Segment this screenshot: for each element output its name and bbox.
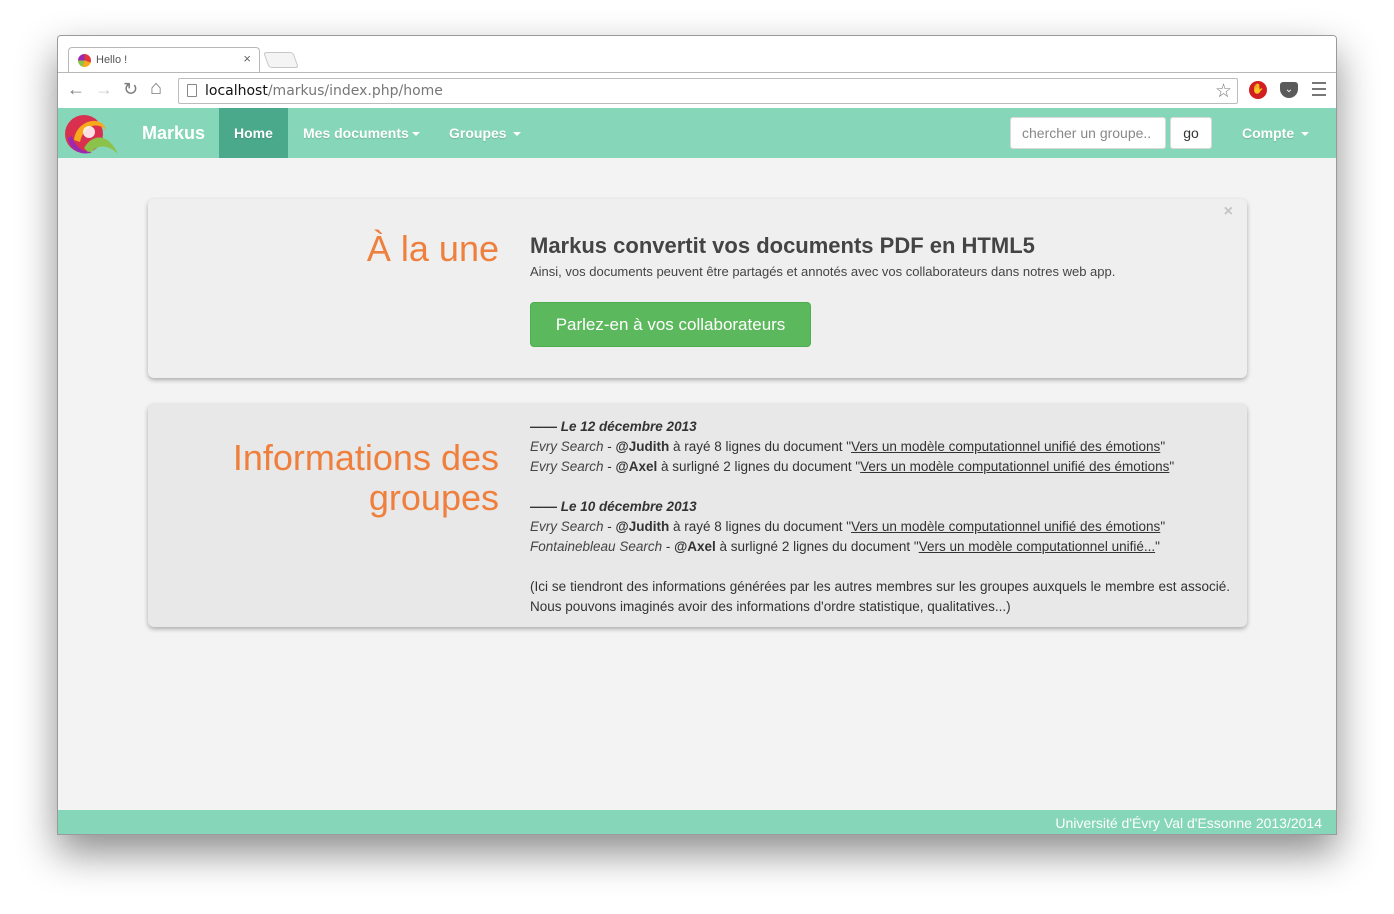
feed-action: à surligné 2 lignes du document "	[657, 459, 861, 474]
pocket-icon[interactable]: ⌄	[1280, 82, 1298, 98]
feature-text: Ainsi, vos documents peuvent être partag…	[530, 264, 1116, 279]
feed-action: à rayé 8 lignes du document "	[669, 439, 852, 454]
nav-groups[interactable]: Groupes	[449, 108, 522, 158]
groups-info-panel: Informations des groupes —— Le 12 décemb…	[148, 404, 1247, 627]
browser-toolbar: ← → ↻ ⌂ localhost/markus/index.php/home …	[58, 72, 1336, 108]
chevron-down-icon	[411, 132, 420, 137]
feed-action: à rayé 8 lignes du document "	[669, 519, 852, 534]
favicon-icon	[78, 54, 91, 67]
nav-documents-label: Mes documents	[303, 125, 409, 141]
feed-separator: -	[603, 519, 616, 534]
brand-link[interactable]: Markus	[142, 123, 205, 144]
feed-user: @Judith	[615, 519, 670, 534]
feed-group: Evry Search	[530, 519, 604, 534]
feed-separator: -	[662, 539, 675, 554]
groups-info-heading-line1: Informations des	[232, 437, 499, 478]
share-with-collaborators-button[interactable]: Parlez-en à vos collaborateurs	[530, 302, 811, 347]
site-footer: Université d'Évry Val d'Essonne 2013/201…	[58, 810, 1336, 834]
feed-quote: "	[1155, 539, 1160, 554]
feed-entry: Fontainebleau Search - @Axel à surligné …	[530, 537, 1230, 557]
browser-window: Hello ! × ← → ↻ ⌂ localhost/markus/index…	[57, 35, 1337, 835]
feed-note: (Ici se tiendront des informations génér…	[530, 579, 1230, 614]
feed-group: Evry Search	[530, 439, 604, 454]
menu-icon[interactable]	[1312, 82, 1326, 100]
footer-text: Université d'Évry Val d'Essonne 2013/201…	[1055, 815, 1322, 831]
search-go-button[interactable]: go	[1170, 117, 1212, 149]
stop-extension-icon[interactable]: ✋	[1249, 81, 1267, 99]
feed-entry: Evry Search - @Axel à surligné 2 lignes …	[530, 457, 1230, 477]
nav-groups-label: Groupes	[449, 125, 507, 141]
feed-user: @Judith	[615, 439, 670, 454]
feed-quote: "	[1160, 439, 1166, 454]
feed-entry: Evry Search - @Judith à rayé 8 lignes du…	[530, 437, 1230, 457]
feed-user: @Axel	[674, 539, 716, 554]
feature-title: Markus convertit vos documents PDF en HT…	[530, 233, 1035, 258]
nav-home[interactable]: Home	[219, 108, 288, 158]
url-text[interactable]: localhost/markus/index.php/home	[205, 83, 443, 99]
feed-document-link[interactable]: Vers un modèle computationnel unifié des…	[851, 439, 1160, 454]
groups-info-heading: Informations des groupes	[199, 438, 499, 518]
feed-quote: "	[1169, 459, 1175, 474]
feed-date: —— Le 10 décembre 2013	[530, 499, 697, 514]
site-navbar: Markus Home Mes documents Groupes go Com…	[58, 108, 1336, 158]
activity-feed: —— Le 12 décembre 2013 Evry Search - @Ju…	[530, 417, 1230, 617]
url-path: /markus/index.php/home	[267, 83, 443, 99]
tab-close-icon[interactable]: ×	[243, 51, 251, 66]
group-search-input[interactable]	[1010, 117, 1166, 149]
feed-group: Fontainebleau Search	[530, 539, 663, 554]
groups-info-heading-line2: groupes	[368, 477, 499, 518]
chevron-down-icon	[1301, 132, 1310, 137]
browser-tab[interactable]: Hello ! ×	[68, 47, 260, 72]
feed-document-link[interactable]: Vers un modèle computationnel unifié des…	[851, 519, 1160, 534]
feed-document-link[interactable]: Vers un modèle computationnel unifié des…	[860, 459, 1169, 474]
address-bar[interactable]: localhost/markus/index.php/home ☆	[178, 78, 1238, 104]
close-icon[interactable]: ×	[1224, 203, 1233, 221]
page-icon	[187, 84, 197, 97]
home-icon[interactable]: ⌂	[150, 78, 162, 98]
tab-title: Hello !	[96, 54, 128, 66]
featured-panel: × À la une Markus convertit vos document…	[148, 199, 1247, 378]
back-icon[interactable]: ←	[67, 80, 85, 98]
feed-user: @Axel	[615, 459, 658, 474]
forward-icon[interactable]: →	[95, 80, 113, 98]
featured-heading: À la une	[366, 228, 499, 269]
tab-strip: Hello ! ×	[58, 36, 1336, 72]
feed-entry: Evry Search - @Judith à rayé 8 lignes du…	[530, 517, 1230, 537]
markus-logo-icon[interactable]	[62, 108, 120, 158]
feed-group: Evry Search	[530, 459, 604, 474]
url-host: localhost	[205, 83, 268, 99]
nav-account[interactable]: Compte	[1242, 108, 1310, 158]
chevron-down-icon	[513, 132, 522, 137]
nav-account-label: Compte	[1242, 125, 1295, 141]
feed-separator: -	[603, 439, 616, 454]
nav-documents[interactable]: Mes documents	[303, 108, 420, 158]
feed-separator: -	[603, 459, 616, 474]
feed-date: —— Le 12 décembre 2013	[530, 419, 697, 434]
feed-action: à surligné 2 lignes du document "	[715, 539, 919, 554]
new-tab-button[interactable]	[263, 52, 299, 68]
reload-icon[interactable]: ↻	[123, 80, 138, 98]
star-icon[interactable]: ☆	[1215, 80, 1232, 103]
feed-document-link[interactable]: Vers un modèle computationnel unifié...	[919, 539, 1155, 554]
feed-quote: "	[1160, 519, 1166, 534]
